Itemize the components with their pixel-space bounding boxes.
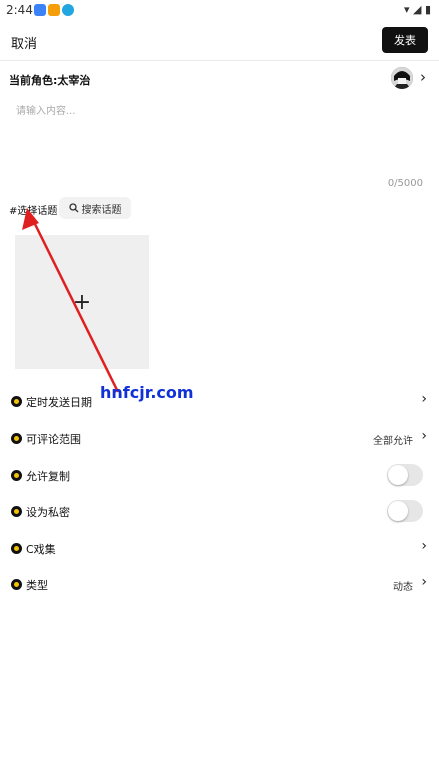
setting-row-allow-copy: 允许复制	[0, 464, 439, 488]
toggle-knob	[388, 501, 408, 521]
setting-label: 可评论范围	[26, 433, 81, 446]
status-time: 2:44	[6, 3, 33, 17]
notification-app-icon	[48, 4, 60, 16]
plus-icon: +	[72, 289, 92, 315]
allow-copy-toggle[interactable]	[387, 464, 423, 486]
bullet-icon	[11, 470, 22, 481]
avatar-image	[391, 67, 413, 89]
content-input[interactable]	[14, 100, 428, 174]
setting-row-private: 设为私密	[0, 500, 439, 524]
search-topic-button[interactable]: 搜索话题	[59, 197, 131, 219]
notification-app-icon	[34, 4, 46, 16]
watermark-text: hnfcjr.com	[100, 383, 194, 402]
current-role-label: 当前角色:太宰治	[9, 74, 91, 87]
setting-row-schedule[interactable]: 定时发送日期 ›	[0, 390, 439, 414]
setting-label: 允许复制	[26, 470, 70, 483]
bullet-icon	[11, 396, 22, 407]
chevron-right-icon: ›	[421, 428, 427, 444]
bullet-icon	[11, 506, 22, 517]
setting-label: 定时发送日期	[26, 396, 92, 409]
add-image-button[interactable]: +	[15, 235, 149, 369]
top-bar: 取消 发表	[0, 22, 439, 61]
bullet-icon	[11, 579, 22, 590]
setting-label: C戏集	[26, 543, 56, 556]
char-count: 0/5000	[387, 178, 423, 189]
select-topic-link[interactable]: #选择话题	[9, 202, 57, 217]
cancel-button[interactable]: 取消	[11, 33, 37, 52]
setting-row-collection[interactable]: C戏集 ›	[0, 537, 439, 561]
toggle-knob	[388, 465, 408, 485]
setting-value: 动态	[393, 582, 413, 593]
setting-label: 类型	[26, 579, 48, 592]
battery-icon: ▮	[424, 3, 431, 16]
setting-row-type[interactable]: 类型 动态 ›	[0, 573, 439, 597]
bullet-icon	[11, 433, 22, 444]
signal-icon: ◢	[412, 3, 422, 16]
search-icon	[68, 203, 78, 213]
chevron-right-icon: ›	[421, 391, 427, 407]
setting-value: 全部允许	[373, 436, 413, 447]
private-toggle[interactable]	[387, 500, 423, 522]
chevron-right-icon: ›	[421, 574, 427, 590]
current-role-row[interactable]: 当前角色:太宰治 ›	[0, 66, 439, 92]
system-icons: ▾ ◢ ▮	[404, 3, 431, 16]
setting-row-comment-scope[interactable]: 可评论范围 全部允许 ›	[0, 427, 439, 451]
setting-label: 设为私密	[26, 506, 70, 519]
status-bar: 2:44 ▾ ◢ ▮	[0, 0, 439, 20]
notification-app-icon	[62, 4, 74, 16]
chevron-right-icon: ›	[421, 538, 427, 554]
publish-button[interactable]: 发表	[382, 27, 428, 53]
chevron-right-icon: ›	[420, 68, 426, 86]
bullet-icon	[11, 543, 22, 554]
search-topic-label: 搜索话题	[81, 204, 122, 216]
wifi-icon: ▾	[403, 3, 410, 16]
role-avatar[interactable]	[391, 67, 413, 89]
